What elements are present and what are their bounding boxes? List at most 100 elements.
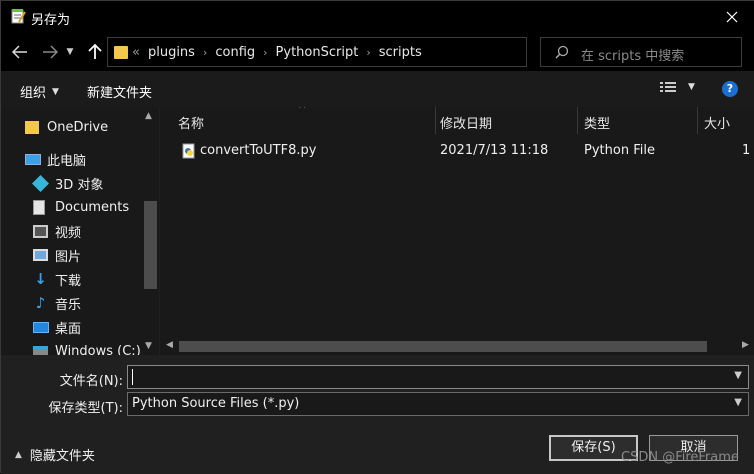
horizontal-scrollbar[interactable]: ◀ ▶ [160, 338, 754, 355]
breadcrumb-item-pythonscript[interactable]: PythonScript [276, 45, 359, 60]
sidebar-scrollbar[interactable]: ▲ ▼ [142, 107, 159, 355]
column-header-label: 修改日期 [440, 117, 493, 132]
filetype-value: Python Source Files (*.py) [132, 396, 300, 411]
file-type: Python File [584, 143, 655, 158]
title-bar: 另存为 [1, 1, 754, 33]
music-icon: ♪ [35, 294, 46, 312]
sidebar-item-music[interactable]: ♪ 音乐 [33, 292, 159, 314]
search-input[interactable]: 在 scripts 中搜索 [581, 45, 684, 64]
sidebar-scroll-thumb[interactable] [144, 201, 157, 289]
sidebar-item-3d-objects[interactable]: 3D 对象 [32, 172, 159, 194]
3d-objects-icon [32, 174, 49, 192]
breadcrumb-overflow[interactable]: « [132, 45, 140, 60]
folder-icon [114, 46, 128, 59]
arrow-left-icon [12, 45, 27, 59]
drive-icon [33, 346, 48, 355]
table-row[interactable]: convertToUTF8.py 2021/7/13 11:18 Python … [160, 140, 754, 162]
scroll-right-icon[interactable]: ▶ [742, 340, 749, 350]
chevron-right-icon[interactable]: › [263, 46, 267, 59]
sidebar-item-label: OneDrive [47, 119, 109, 135]
breadcrumb-item-config[interactable]: config [215, 45, 255, 60]
sidebar-item-label: 音乐 [55, 297, 82, 313]
sidebar-item-label: 视频 [55, 225, 82, 241]
arrow-up-icon [88, 44, 102, 59]
horizontal-scroll-thumb[interactable] [179, 341, 707, 352]
onedrive-folder-icon [25, 120, 39, 134]
window-title: 另存为 [31, 13, 71, 28]
sidebar-item-label: 此电脑 [47, 153, 87, 169]
sidebar-item-label: 下载 [55, 273, 82, 289]
new-folder-button[interactable]: 新建文件夹 [87, 82, 152, 101]
sidebar-item-downloads[interactable]: ↓ 下载 [33, 268, 159, 290]
chevron-up-icon: ▲ [15, 449, 22, 460]
forward-button[interactable] [39, 42, 61, 62]
sort-ascending-icon: ^ [298, 107, 307, 115]
column-header-label: 名称 [178, 117, 205, 132]
address-bar[interactable]: « plugins › config › PythonScript › scri… [107, 37, 616, 67]
column-header-modified[interactable]: 修改日期 [436, 107, 578, 134]
sidebar-item-this-pc[interactable]: 此电脑 [25, 148, 159, 170]
sidebar-item-label: 桌面 [55, 321, 82, 337]
sidebar-item-label: Windows (C:) [55, 343, 141, 356]
documents-icon [33, 199, 45, 215]
back-button[interactable] [9, 42, 31, 62]
text-cursor [132, 369, 133, 385]
chevron-down-icon: ▼ [66, 47, 74, 57]
sidebar-item-label: 3D 对象 [55, 177, 104, 193]
column-header-size[interactable]: 大小 [698, 107, 754, 134]
file-name: convertToUTF8.py [200, 143, 317, 158]
scroll-left-icon[interactable]: ◀ [166, 340, 173, 350]
chevron-down-icon[interactable]: ▼ [734, 370, 742, 381]
sidebar-item-desktop[interactable]: 桌面 [33, 316, 159, 338]
column-header-type[interactable]: 类型 [578, 107, 698, 134]
filetype-label: 保存类型(T): [48, 401, 123, 416]
organize-label: 组织 [20, 86, 47, 101]
breadcrumb: « plugins › config › PythonScript › scri… [132, 45, 422, 60]
computer-icon [25, 153, 41, 165]
videos-icon [33, 224, 48, 238]
hide-folders-toggle[interactable]: ▲ 隐藏文件夹 [15, 445, 95, 464]
navigation-pane: OneDrive 此电脑 3D 对象 Documents 视频 图片 ↓ 下载 … [1, 107, 159, 355]
close-icon [726, 11, 738, 23]
save-as-dialog: 另存为 ▼ « plugins › config › PythonScript … [0, 0, 754, 474]
downloads-icon: ↓ [34, 270, 47, 288]
sidebar-item-videos[interactable]: 视频 [33, 220, 159, 242]
file-size: 1 [742, 143, 751, 158]
details-view-icon [660, 82, 676, 92]
change-view-button[interactable]: ▼ [660, 81, 695, 93]
filetype-select[interactable]: Python Source Files (*.py) ▼ [127, 392, 749, 416]
pictures-icon [33, 249, 48, 261]
file-list: ^ 名称 修改日期 类型 大小 convertToUTF8.py 2021/7/… [160, 107, 754, 355]
breadcrumb-item-scripts[interactable]: scripts [379, 45, 422, 60]
hide-folders-label: 隐藏文件夹 [29, 449, 95, 464]
scroll-down-icon[interactable]: ▼ [145, 341, 152, 351]
sidebar-item-label: 图片 [55, 249, 82, 265]
search-box[interactable]: 在 scripts 中搜索 [540, 37, 742, 67]
breadcrumb-item-plugins[interactable]: plugins [148, 45, 195, 60]
file-modified: 2021/7/13 11:18 [440, 143, 549, 158]
chevron-right-icon[interactable]: › [203, 46, 207, 59]
up-button[interactable] [84, 42, 106, 62]
help-icon[interactable]: ? [722, 81, 738, 97]
column-header-label: 类型 [584, 117, 611, 132]
chevron-down-icon: ▼ [688, 82, 695, 92]
chevron-right-icon[interactable]: › [366, 46, 370, 59]
sidebar-item-onedrive[interactable]: OneDrive [25, 116, 159, 138]
search-icon [555, 45, 569, 59]
sidebar-item-windows-c[interactable]: Windows (C:) [33, 340, 159, 355]
column-header-name[interactable]: ^ 名称 [160, 107, 436, 134]
arrow-right-icon [43, 45, 58, 59]
notepad-app-icon [11, 9, 26, 24]
column-header-label: 大小 [704, 117, 731, 132]
watermark: CSDN @FireFrame [621, 450, 739, 465]
chevron-down-icon: ▼ [734, 397, 742, 408]
sidebar-item-pictures[interactable]: 图片 [33, 244, 159, 266]
scroll-up-icon[interactable]: ▲ [145, 111, 152, 121]
chevron-down-icon: ▼ [52, 86, 59, 97]
python-file-icon [182, 143, 195, 159]
recent-locations-button[interactable]: ▼ [63, 42, 77, 62]
sidebar-item-documents[interactable]: Documents [33, 196, 159, 218]
organize-button[interactable]: 组织 ▼ [20, 82, 59, 101]
filename-field[interactable]: ▼ [127, 365, 749, 389]
close-button[interactable] [709, 1, 754, 33]
